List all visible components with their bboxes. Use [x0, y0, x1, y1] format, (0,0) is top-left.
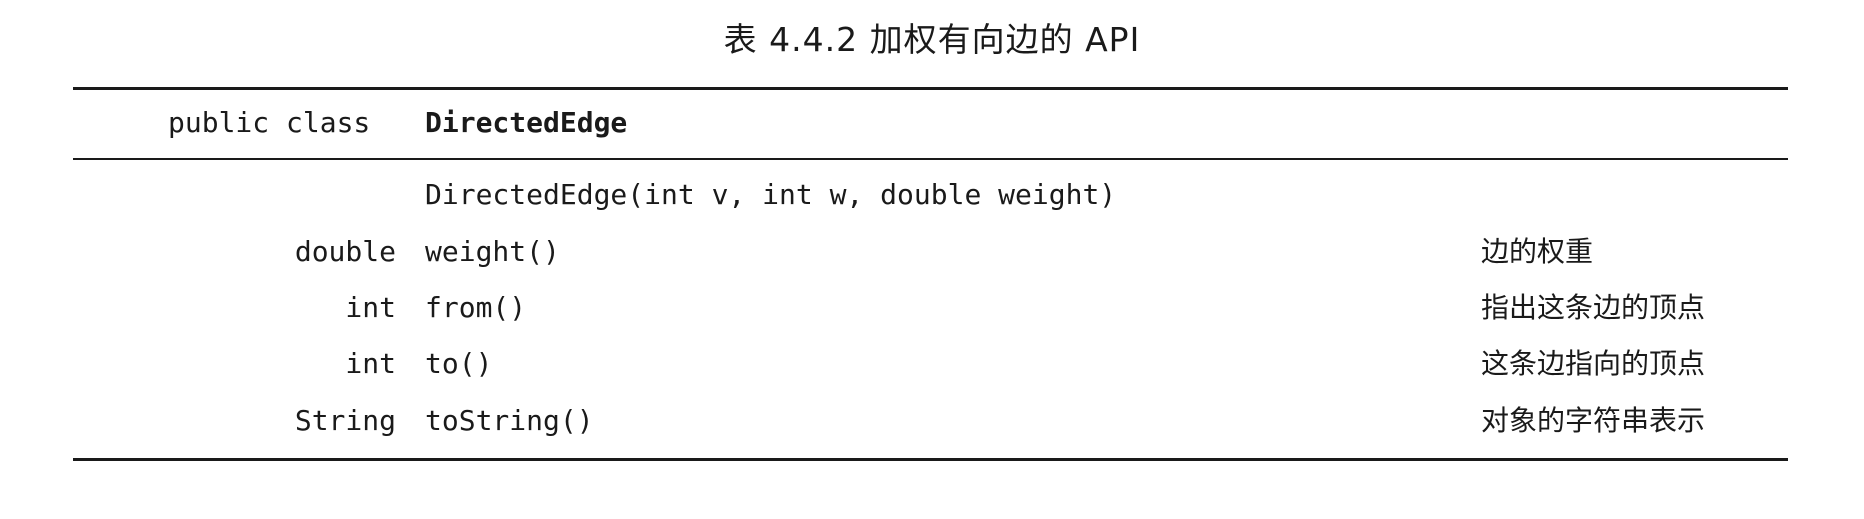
header-rule: [73, 158, 1788, 160]
constructor-signature: DirectedEdge(int v, int w, double weight…: [425, 178, 1117, 211]
method-return-type: int: [345, 291, 396, 324]
method-description: 边的权重: [1481, 235, 1594, 268]
method-description: 对象的字符串表示: [1481, 404, 1706, 437]
method-signature: to(): [425, 347, 493, 380]
class-name: DirectedEdge: [425, 106, 628, 139]
method-return-type: String: [294, 404, 396, 437]
method-description: 指出这条边的顶点: [1481, 291, 1706, 324]
method-signature: from(): [425, 291, 527, 324]
method-return-type: double: [294, 235, 396, 268]
table-caption: 表 4.4.2 加权有向边的 API: [723, 20, 1141, 59]
method-signature: weight(): [425, 235, 560, 268]
top-rule: [73, 87, 1788, 90]
method-return-type: int: [345, 347, 396, 380]
class-keyword: public class: [168, 106, 371, 139]
method-signature: toString(): [425, 404, 594, 437]
bottom-rule: [73, 458, 1788, 461]
method-description: 这条边指向的顶点: [1481, 347, 1706, 380]
